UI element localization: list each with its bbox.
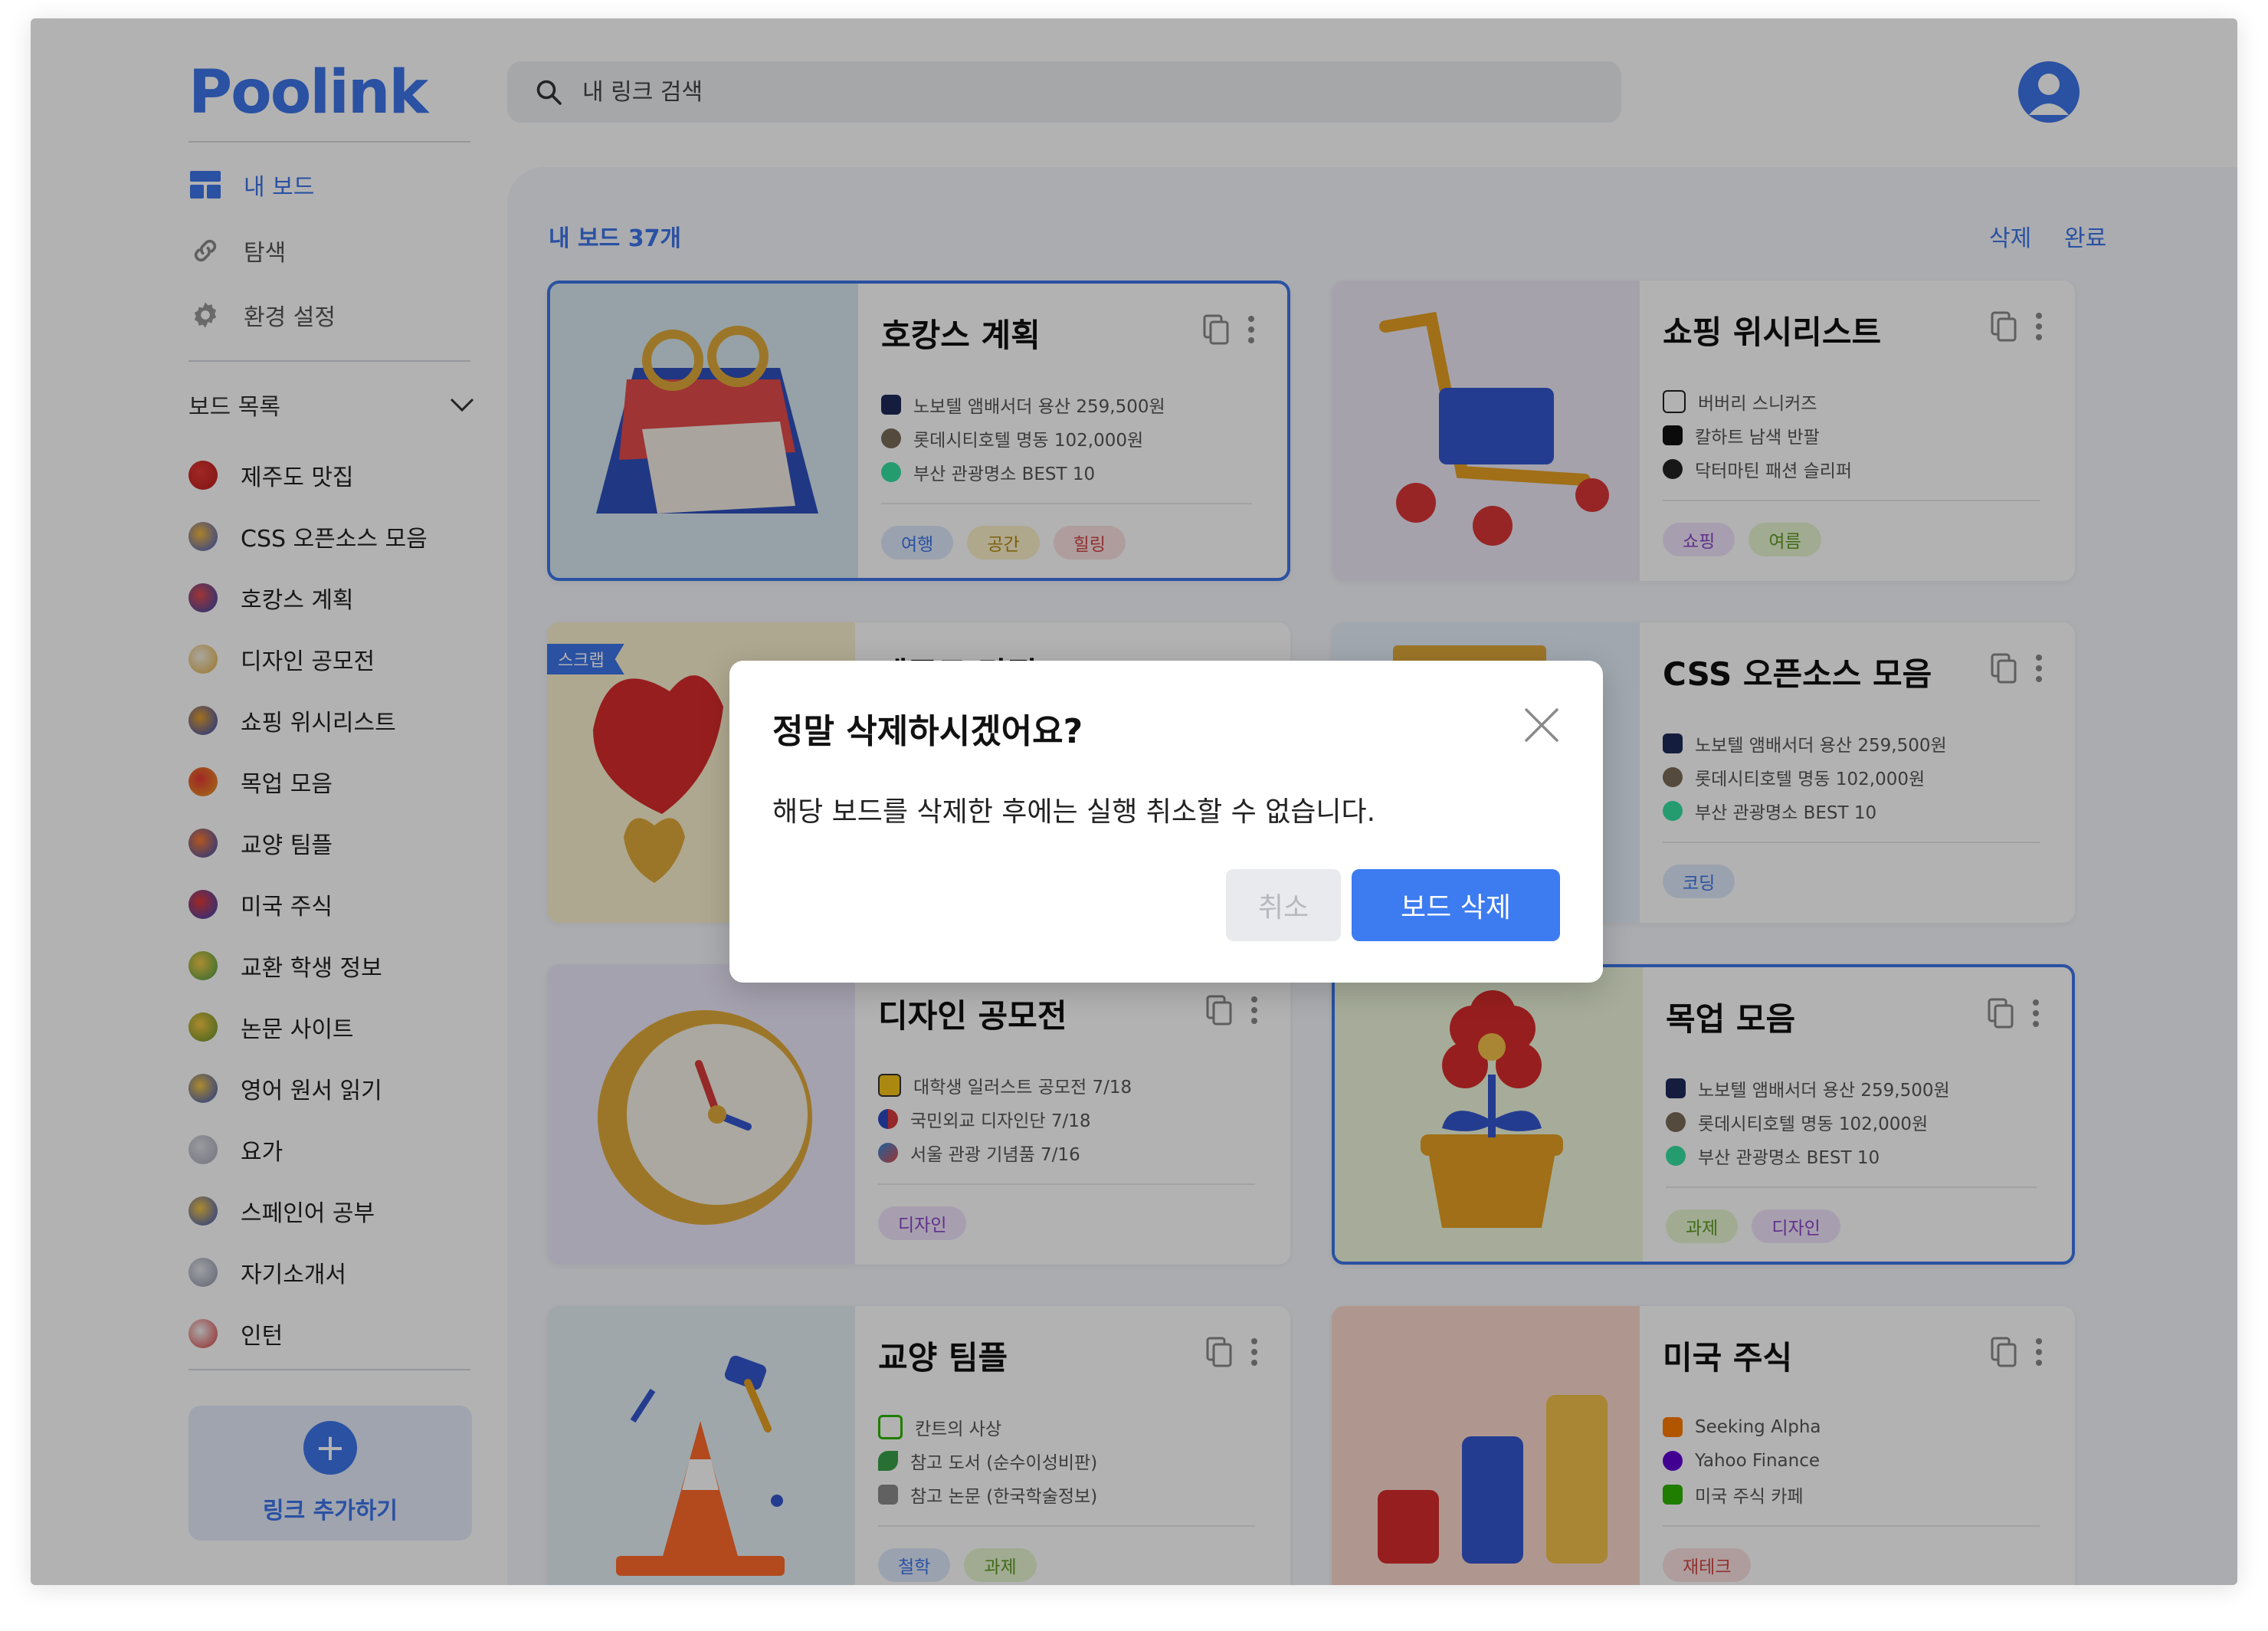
dialog-title: 정말 삭제하시겠어요? xyxy=(772,712,1083,751)
delete-confirm-dialog: 정말 삭제하시겠어요? 해당 보드를 삭제한 후에는 실행 취소할 수 없습니다… xyxy=(729,661,1603,983)
app-window: Poolink 내 보드 탐색 환경 설정 보드 목록 xyxy=(31,18,2237,1585)
dialog-message: 해당 보드를 삭제한 후에는 실행 취소할 수 없습니다. xyxy=(772,796,1376,828)
delete-board-button[interactable]: 보드 삭제 xyxy=(1352,869,1560,941)
cancel-button[interactable]: 취소 xyxy=(1226,869,1341,941)
close-icon[interactable] xyxy=(1523,707,1560,743)
